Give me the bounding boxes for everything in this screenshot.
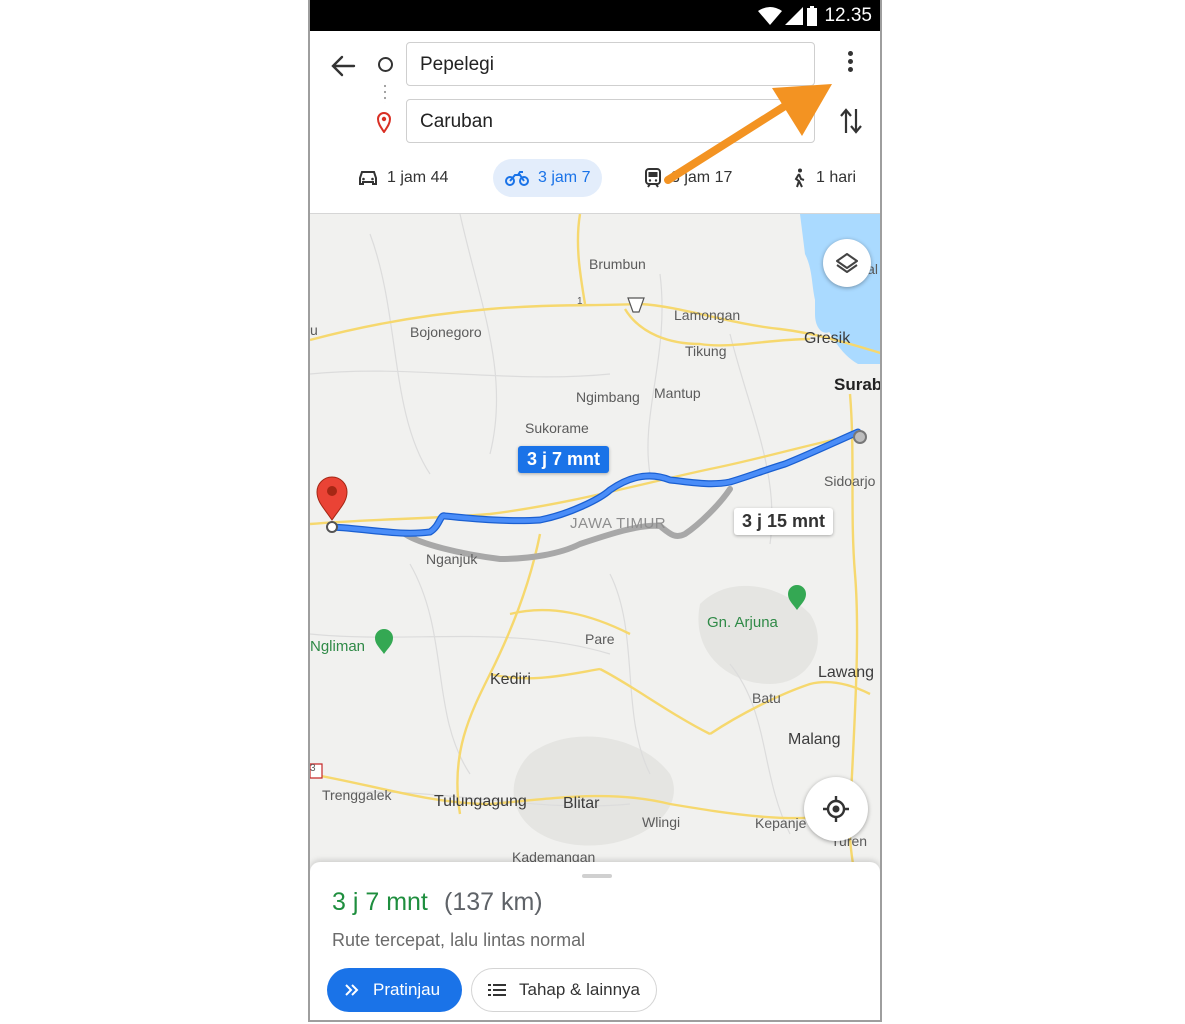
tab-motorcycle[interactable]: 3 jam 7: [493, 159, 603, 197]
more-options-icon[interactable]: [840, 49, 860, 79]
origin-end-dot: [853, 430, 867, 444]
place-gn-arjuna: Gn. Arjuna: [707, 614, 778, 631]
route-description: Rute tercepat, lalu lintas normal: [332, 930, 586, 950]
route-summary-sheet: 3 j 7 mnt (137 km) Rute tercepat, lalu l…: [310, 862, 880, 1020]
my-location-button[interactable]: [804, 777, 868, 841]
primary-route-duration-label[interactable]: 3 j 7 mnt: [518, 446, 610, 473]
major-road: [709, 680, 871, 735]
place-blitar: Blitar: [563, 795, 600, 812]
battery-icon: [807, 5, 818, 26]
annotation-arrow-icon: [664, 84, 832, 184]
red-map-pin-center: [327, 486, 337, 496]
drag-handle[interactable]: [582, 874, 612, 878]
double-chevron-icon: [345, 984, 359, 996]
layers-button[interactable]: [823, 239, 871, 287]
place-tikung: Tikung: [685, 343, 727, 359]
minor-road: [310, 370, 611, 378]
steps-more-button-label: Tahap & lainnya: [519, 980, 640, 999]
place-trenggalek: Trenggalek: [322, 787, 392, 803]
place-lawang: Lawang: [818, 664, 875, 681]
preview-button[interactable]: Pratinjau: [327, 968, 462, 1012]
map-base-layer: [310, 214, 880, 874]
destination-start-dot: [326, 521, 338, 533]
tab-driving-label: 1 jam 44: [387, 169, 449, 186]
route-duration: 3 j 7 mnt: [332, 888, 428, 916]
wifi-icon: [758, 6, 783, 25]
swap-direction-icon[interactable]: [838, 105, 864, 137]
place-lamongan: Lamongan: [674, 307, 741, 323]
place-wlingi: Wlingi: [642, 814, 681, 830]
place-nganjuk: Nganjuk: [426, 551, 478, 567]
list-icon: [488, 984, 506, 996]
tab-driving[interactable]: 1 jam 44: [358, 159, 448, 197]
signal-icon: [785, 6, 804, 25]
minor-road: [369, 233, 431, 475]
place-batu: Batu: [752, 690, 781, 706]
place-bojonegoro: Bojonegoro: [410, 324, 482, 340]
place-pare: Pare: [585, 631, 615, 647]
clock: 12.35: [824, 4, 872, 26]
route-connector-dots: [384, 83, 386, 103]
place-sidoarjo: Sidoarjo: [824, 473, 876, 489]
route-distance: (137 km): [444, 888, 543, 916]
place-malang: Malang: [788, 731, 841, 748]
place-tulungagung: Tulungagung: [434, 793, 527, 810]
place-brumbun: Brumbun: [589, 256, 646, 272]
place-kediri: Kediri: [490, 671, 531, 688]
park-marker: [375, 629, 393, 654]
status-bar: 12.35: [310, 0, 880, 31]
major-road: [599, 667, 711, 736]
road-shield: [627, 297, 645, 313]
preview-button-label: Pratinjau: [373, 980, 441, 999]
place-jawa-timur: JAWA TIMUR: [570, 515, 667, 532]
place-edge-left: u: [310, 322, 318, 338]
place-surabaya: Surab: [834, 375, 882, 394]
major-road: [576, 214, 587, 305]
steps-more-button[interactable]: Tahap & lainnya: [471, 968, 657, 1012]
motorcycle-icon: [505, 171, 529, 186]
car-icon: [359, 171, 377, 185]
red-map-pin: [316, 476, 348, 521]
origin-circle-icon: [378, 57, 393, 72]
place-kepanjen: Kepanje: [755, 815, 807, 831]
road-shield-label: 3: [310, 763, 316, 774]
alternate-route-duration-label[interactable]: 3 j 15 mnt: [734, 508, 834, 535]
back-arrow-icon[interactable]: [330, 53, 356, 79]
place-ngimbang: Ngimbang: [576, 389, 640, 405]
place-ngliman: Ngliman: [310, 638, 366, 655]
map-view[interactable]: 1 3 Brumbun Lamongan Bojonegoro Tikung G…: [310, 214, 880, 874]
tab-motorcycle-label: 3 jam 7: [538, 169, 591, 186]
major-road: [310, 302, 880, 355]
road-shield-label: 1: [577, 296, 583, 307]
alternate-route: [402, 486, 733, 563]
destination-pin-icon: [376, 112, 392, 133]
place-sukorame: Sukorame: [525, 420, 589, 436]
layers-icon: [836, 253, 858, 273]
place-mantup: Mantup: [654, 385, 701, 401]
crosshair-icon: [823, 796, 849, 822]
place-gresik: Gresik: [804, 330, 851, 347]
